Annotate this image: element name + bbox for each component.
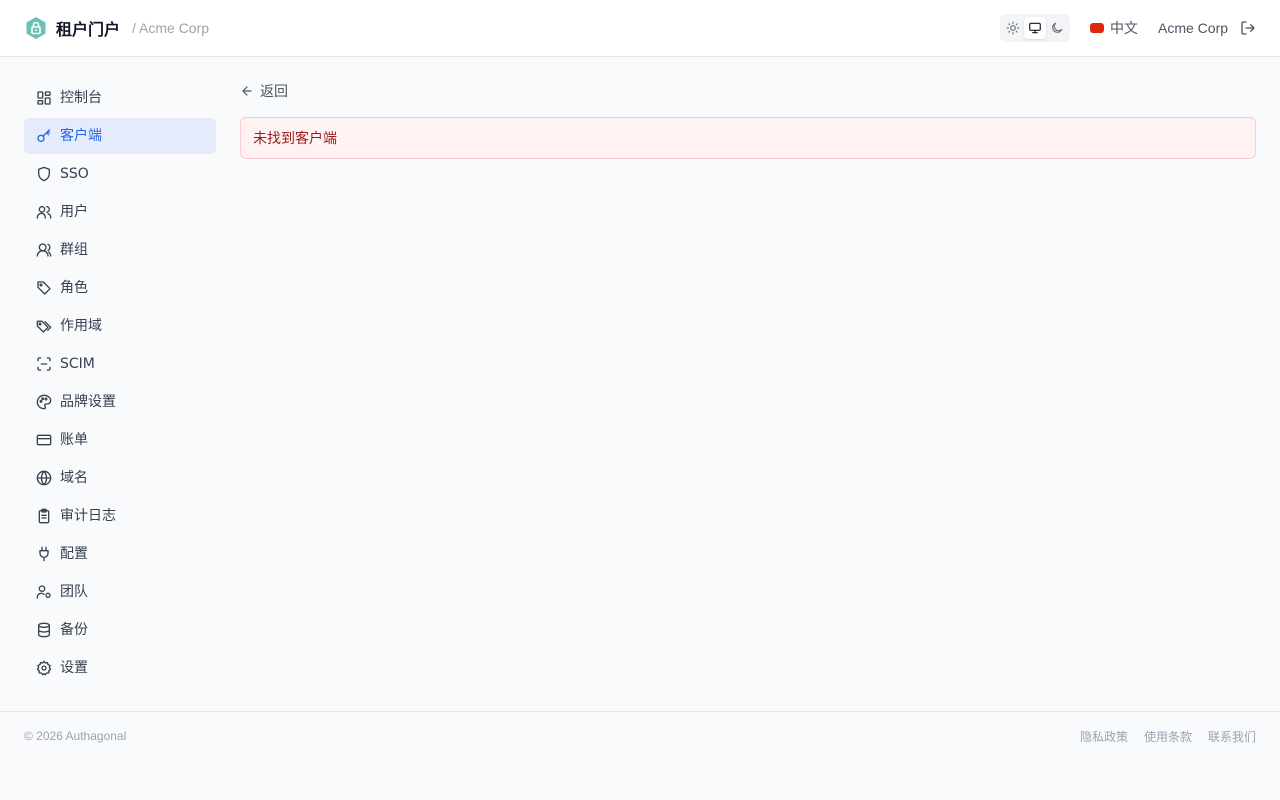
credit-card-icon — [36, 434, 52, 446]
back-link[interactable]: 返回 — [240, 80, 288, 102]
group-icon — [36, 243, 52, 257]
lock-hexagon-logo-icon — [26, 17, 46, 39]
sidebar-item-label: 设置 — [60, 660, 88, 676]
sidebar-item-domains[interactable]: 域名 — [24, 460, 216, 496]
language-label: 中文 — [1110, 21, 1138, 37]
org-name: Acme Corp — [1158, 20, 1229, 36]
sidebar-item-roles[interactable]: 角色 — [24, 270, 216, 306]
scan-icon — [37, 357, 51, 371]
users-icon — [36, 206, 52, 219]
sidebar-item-label: 作用域 — [60, 318, 102, 334]
footer-link-terms[interactable]: 使用条款 — [1144, 728, 1192, 745]
error-alert: 未找到客户端 — [240, 117, 1256, 159]
sidebar-item-label: SSO — [60, 166, 89, 182]
sidebar-item-label: 群组 — [60, 242, 88, 258]
copyright: © 2026 Authagonal — [24, 729, 127, 743]
sidebar-item-audit-log[interactable]: 审计日志 — [24, 498, 216, 534]
arrow-left-icon — [242, 86, 252, 96]
language-switcher[interactable]: 中文 — [1090, 18, 1138, 38]
sun-icon — [1006, 21, 1020, 35]
sidebar-item-label: 角色 — [60, 280, 88, 296]
sidebar-item-scopes[interactable]: 作用域 — [24, 308, 216, 344]
moon-icon — [1052, 22, 1063, 33]
sidebar-item-label: 账单 — [60, 432, 88, 448]
sidebar-item-label: 审计日志 — [60, 508, 116, 524]
gear-icon — [36, 660, 52, 676]
sidebar-item-label: 备份 — [60, 622, 88, 638]
theme-toggle — [1000, 14, 1070, 42]
sidebar-item-label: 品牌设置 — [60, 394, 116, 410]
sidebar-item-backup[interactable]: 备份 — [24, 612, 216, 648]
globe-icon — [36, 470, 52, 486]
sidebar-nav: 控制台 客户端 SSO 用户 群组 角色 作用域 SCIM 品牌设置 账单 域名 — [24, 80, 216, 688]
error-message: 未找到客户端 — [253, 131, 337, 147]
tags-icon — [36, 320, 52, 333]
footer-links: 隐私政策 使用条款 联系我们 — [1064, 728, 1256, 745]
tag-icon — [37, 281, 51, 295]
brand[interactable]: 租户门户 / Acme Corp — [24, 16, 209, 40]
shield-icon — [38, 166, 50, 182]
footer-link-contact[interactable]: 联系我们 — [1208, 728, 1256, 745]
portal-title: 租户门户 — [56, 20, 121, 39]
sidebar-item-clients[interactable]: 客户端 — [24, 118, 216, 154]
theme-dark-button[interactable] — [1046, 17, 1068, 39]
key-icon — [37, 129, 50, 142]
sidebar-item-label: SCIM — [60, 356, 95, 372]
sidebar-item-team[interactable]: 团队 — [24, 574, 216, 610]
sidebar-item-settings[interactable]: 设置 — [24, 650, 216, 686]
theme-light-button[interactable] — [1002, 17, 1024, 39]
theme-system-button[interactable] — [1024, 17, 1046, 39]
sidebar-item-config[interactable]: 配置 — [24, 536, 216, 572]
database-icon — [38, 622, 50, 638]
cn-flag-icon — [1090, 23, 1104, 33]
footer-link-privacy[interactable]: 隐私政策 — [1080, 728, 1128, 745]
page-footer: © 2026 Authagonal 隐私政策 使用条款 联系我们 — [0, 711, 1280, 800]
back-label: 返回 — [260, 84, 288, 100]
sidebar-item-label: 配置 — [60, 546, 88, 562]
sidebar-item-label: 控制台 — [60, 90, 102, 106]
sidebar-item-scim[interactable]: SCIM — [24, 346, 216, 382]
sidebar-item-sso[interactable]: SSO — [24, 156, 216, 192]
logout-button[interactable] — [1239, 19, 1257, 37]
sidebar-item-label: 客户端 — [60, 128, 102, 144]
sidebar-item-users[interactable]: 用户 — [24, 194, 216, 230]
plug-icon — [39, 546, 49, 562]
sidebar-item-groups[interactable]: 群组 — [24, 232, 216, 268]
palette-icon — [36, 394, 52, 410]
user-cog-icon — [36, 585, 51, 599]
sidebar-item-billing[interactable]: 账单 — [24, 422, 216, 458]
sidebar-item-label: 团队 — [60, 584, 88, 600]
sidebar-item-branding[interactable]: 品牌设置 — [24, 384, 216, 420]
clipboard-icon — [38, 508, 50, 524]
dashboard-icon — [37, 91, 51, 105]
sidebar-item-label: 域名 — [60, 470, 88, 486]
monitor-icon — [1029, 22, 1041, 34]
org-breadcrumb: / Acme Corp — [132, 20, 210, 36]
top-header: 租户门户 / Acme Corp 中文 Acme Corp — [0, 0, 1280, 57]
sidebar-item-label: 用户 — [60, 204, 88, 220]
sidebar-item-dashboard[interactable]: 控制台 — [24, 80, 216, 116]
logout-icon — [1241, 21, 1255, 35]
